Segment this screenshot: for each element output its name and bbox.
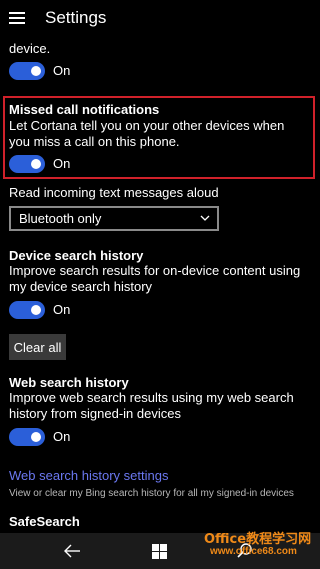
top-toggle-label: On <box>53 63 71 78</box>
page-title: Settings <box>45 8 107 27</box>
safesearch-title: SafeSearch <box>9 514 80 529</box>
clear-all-button[interactable]: Clear all <box>9 334 66 360</box>
missed-call-title: Missed call notifications <box>9 102 160 117</box>
watermark-url: www.office68.com <box>210 546 297 557</box>
chevron-down-icon <box>200 215 210 221</box>
missed-call-toggle-switch[interactable] <box>9 155 45 173</box>
hamburger-icon[interactable] <box>9 12 25 24</box>
web-search-settings-subtext: View or clear my Bing search history for… <box>9 488 294 499</box>
missed-call-toggle-label: On <box>53 156 71 171</box>
back-arrow-icon[interactable] <box>62 541 82 561</box>
web-search-title: Web search history <box>9 375 129 390</box>
web-search-settings-link[interactable]: Web search history settings <box>9 467 168 484</box>
web-search-toggle-switch[interactable] <box>9 428 45 446</box>
device-search-toggle-label: On <box>53 302 71 317</box>
device-search-description: Improve search results for on-device con… <box>9 263 301 294</box>
cutoff-description: device. <box>9 41 51 56</box>
watermark: Office教程学习网 www.office68.com <box>204 526 316 566</box>
missed-call-description: Let Cortana tell you on your other devic… <box>9 118 285 149</box>
top-toggle-switch[interactable] <box>9 62 45 80</box>
web-search-toggle-label: On <box>53 429 71 444</box>
dropdown-selected-value: Bluetooth only <box>19 211 102 226</box>
device-search-title: Device search history <box>9 248 144 263</box>
windows-logo-icon[interactable] <box>152 544 167 559</box>
watermark-brand: Office教程学习网 <box>204 532 312 547</box>
read-text-dropdown[interactable]: Bluetooth only <box>9 206 219 231</box>
web-search-description: Improve web search results using my web … <box>9 390 294 421</box>
device-search-toggle-switch[interactable] <box>9 301 45 319</box>
redacted-area <box>83 30 308 89</box>
read-text-label: Read incoming text messages aloud <box>9 185 219 200</box>
